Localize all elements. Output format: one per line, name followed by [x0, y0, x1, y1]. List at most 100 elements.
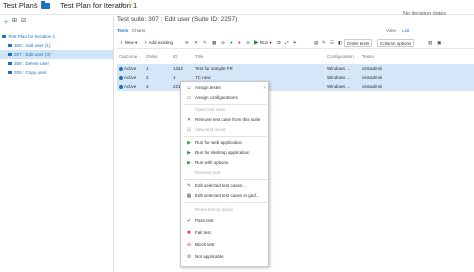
config-icon: ▭ — [186, 95, 192, 101]
col-order[interactable]: Order — [146, 54, 158, 59]
pane-toggle-icon[interactable]: ▣ — [435, 39, 443, 47]
play-icon: ▶ — [187, 140, 191, 146]
outcome-cell: Active — [119, 82, 136, 91]
na-icon: ⊘ — [186, 254, 192, 260]
tab-tests[interactable]: Tests — [117, 28, 128, 33]
table-row[interactable]: Active 2 1 TC new Windows ... vstsadmin — [117, 73, 474, 82]
col-id[interactable]: ID — [173, 54, 178, 59]
suite-icon — [8, 71, 12, 75]
edit-icon: ✎ — [186, 183, 192, 189]
new-button[interactable]: ＋ New ▾ — [117, 39, 139, 47]
grid-edit-icon[interactable]: ▦ — [210, 39, 218, 47]
view-selector: View: List — [386, 28, 413, 33]
tree-item-edit-user[interactable]: 307 : Edit user (3) — [0, 50, 113, 59]
active-dot-icon — [119, 75, 123, 80]
plus-icon: ＋ — [143, 40, 148, 45]
menu-item-run-web[interactable]: ▶ Run for web application — [181, 139, 269, 147]
menu-item-not-applicable[interactable]: ⊘ Not applicable — [181, 253, 269, 261]
favorite-star-icon[interactable]: ☆ — [128, 0, 134, 8]
fullscreen-icon[interactable]: ⤢ — [283, 39, 291, 47]
result-icon: ▤ — [186, 127, 192, 133]
order-tests-button[interactable]: Order tests — [344, 39, 373, 47]
configuration-cell: Windows ... — [327, 75, 351, 80]
pass-icon[interactable]: ● — [228, 39, 235, 47]
order-cell: 2 — [146, 75, 149, 80]
menu-item-assign-tester[interactable]: ☺ Assign tester › — [181, 84, 269, 92]
menu-item-reset-to-active[interactable]: Reset test to active — [181, 206, 269, 214]
test-plan-icon — [41, 1, 50, 9]
edit-grid-icon[interactable]: ✎ — [320, 39, 328, 47]
fail-icon: ✖ — [186, 230, 192, 236]
tree-item-plan[interactable]: Test Plan for Iteration 1 — [0, 32, 113, 41]
remove-icon: ✕ — [186, 117, 192, 123]
refresh-icon[interactable]: ⟳ — [183, 39, 191, 47]
menu-item-edit-test-cases[interactable]: ✎ Edit selected test cases... — [181, 182, 269, 190]
menu-item-resume-test[interactable]: Resume test — [181, 169, 269, 177]
settings-icon[interactable]: ⚙ — [275, 39, 283, 47]
suite-icon — [8, 62, 12, 66]
menu-item-edit-in-grid[interactable]: ▦ Edit selected test cases in grid... — [181, 192, 269, 200]
view-list[interactable]: List — [402, 28, 409, 33]
expand-icon[interactable]: ⊞ — [12, 17, 17, 24]
suite-icon — [8, 53, 12, 57]
play-icon: ▶ — [187, 160, 191, 166]
chevron-down-icon[interactable]: ▾ — [121, 2, 124, 8]
filter-icon[interactable]: ⏷ — [291, 39, 299, 47]
person-icon: ☺ — [186, 85, 192, 91]
chevron-right-icon: › — [263, 85, 265, 91]
menu-item-open-test-case[interactable]: Open test case — [181, 106, 269, 114]
grid-toolbar: ＋ New ▾ ＋ Add existing ⟳ ✕ ✎ ▦ ⊘ ● ● ⊖ ▶… — [117, 37, 474, 49]
plus-icon: ＋ — [119, 40, 124, 45]
tree-item-delete-user[interactable]: 308 : Delete user — [0, 59, 113, 68]
sidebar-toolbar: ＋ ⊞ ⊟ — [2, 17, 112, 27]
add-existing-button[interactable]: ＋ Add existing — [141, 39, 175, 47]
column-options-button[interactable]: Column options — [377, 39, 415, 47]
tab-charts[interactable]: Charts — [132, 28, 145, 33]
list-icon[interactable]: ☰ — [328, 39, 336, 47]
table-row[interactable]: Active 1 1342 Test for sample FR Windows… — [117, 64, 474, 73]
play-icon: ▶ — [187, 150, 191, 156]
order-cell: 3 — [146, 84, 149, 89]
folder-icon — [2, 35, 6, 39]
context-menu: ☺ Assign tester › ▭ Assign configurations … — [180, 81, 269, 267]
breadcrumb-test-plan[interactable]: Test Plan for Iteration 1 — [60, 1, 137, 10]
configuration-cell: Windows ... — [327, 84, 351, 89]
run-button[interactable]: ▶ Run ▾ — [252, 39, 274, 47]
col-configuration[interactable]: Configuration — [327, 54, 354, 59]
remove-icon[interactable]: ✕ — [192, 39, 200, 47]
tree-item-add-user[interactable]: 306 : Add user (1) — [0, 41, 113, 50]
breadcrumb-test-plans[interactable]: Test Plans — [3, 1, 38, 10]
mark-icon[interactable]: ⊘ — [219, 39, 227, 47]
menu-item-remove-test-case[interactable]: ✕ Remove test case from this suite — [181, 116, 269, 124]
fail-icon[interactable]: ● — [236, 39, 243, 47]
tree-item-copy-user[interactable]: 309 : Copy user — [0, 68, 113, 77]
active-dot-icon — [119, 84, 123, 89]
tester-cell: vstsadmin — [362, 84, 383, 89]
collapse-icon[interactable]: ⊟ — [21, 17, 26, 24]
table-row[interactable]: Active 3 2213 Windows ... vstsadmin — [117, 82, 474, 91]
grid-edit-icon: ▦ — [186, 193, 192, 199]
menu-item-run-with-options[interactable]: ▶ Run with options — [181, 159, 269, 167]
col-tester[interactable]: Tester — [362, 54, 374, 59]
new-suite-icon[interactable]: ＋ — [3, 17, 9, 26]
block-icon[interactable]: ⊖ — [244, 39, 252, 47]
active-dot-icon — [119, 66, 123, 71]
menu-item-pass-test[interactable]: ✔ Pass test — [181, 217, 269, 225]
menu-item-run-desktop[interactable]: ▶ Run for desktop application — [181, 149, 269, 157]
outcome-cell: Active — [119, 73, 136, 82]
menu-item-assign-configurations[interactable]: ▭ Assign configurations — [181, 94, 269, 102]
menu-item-block-test[interactable]: ⊖ Block test — [181, 241, 269, 249]
tester-cell: vstsadmin — [362, 75, 383, 80]
menu-item-fail-test[interactable]: ✖ Fail test — [181, 229, 269, 237]
configuration-cell: Windows ... — [327, 66, 351, 71]
tester-cell: vstsadmin — [362, 66, 383, 71]
order-cell: 1 — [146, 66, 149, 71]
view-label: View: — [386, 28, 397, 33]
col-title[interactable]: Title — [195, 54, 203, 59]
edit-icon[interactable]: ✎ — [201, 39, 209, 47]
menu-separator — [184, 179, 267, 180]
col-outcome[interactable]: Outcome — [119, 54, 137, 59]
pane-icon[interactable]: ▥ — [426, 39, 434, 47]
menu-item-view-test-result[interactable]: ▤ View test result — [181, 126, 269, 134]
iteration-status: No iteration dates — [403, 11, 447, 17]
